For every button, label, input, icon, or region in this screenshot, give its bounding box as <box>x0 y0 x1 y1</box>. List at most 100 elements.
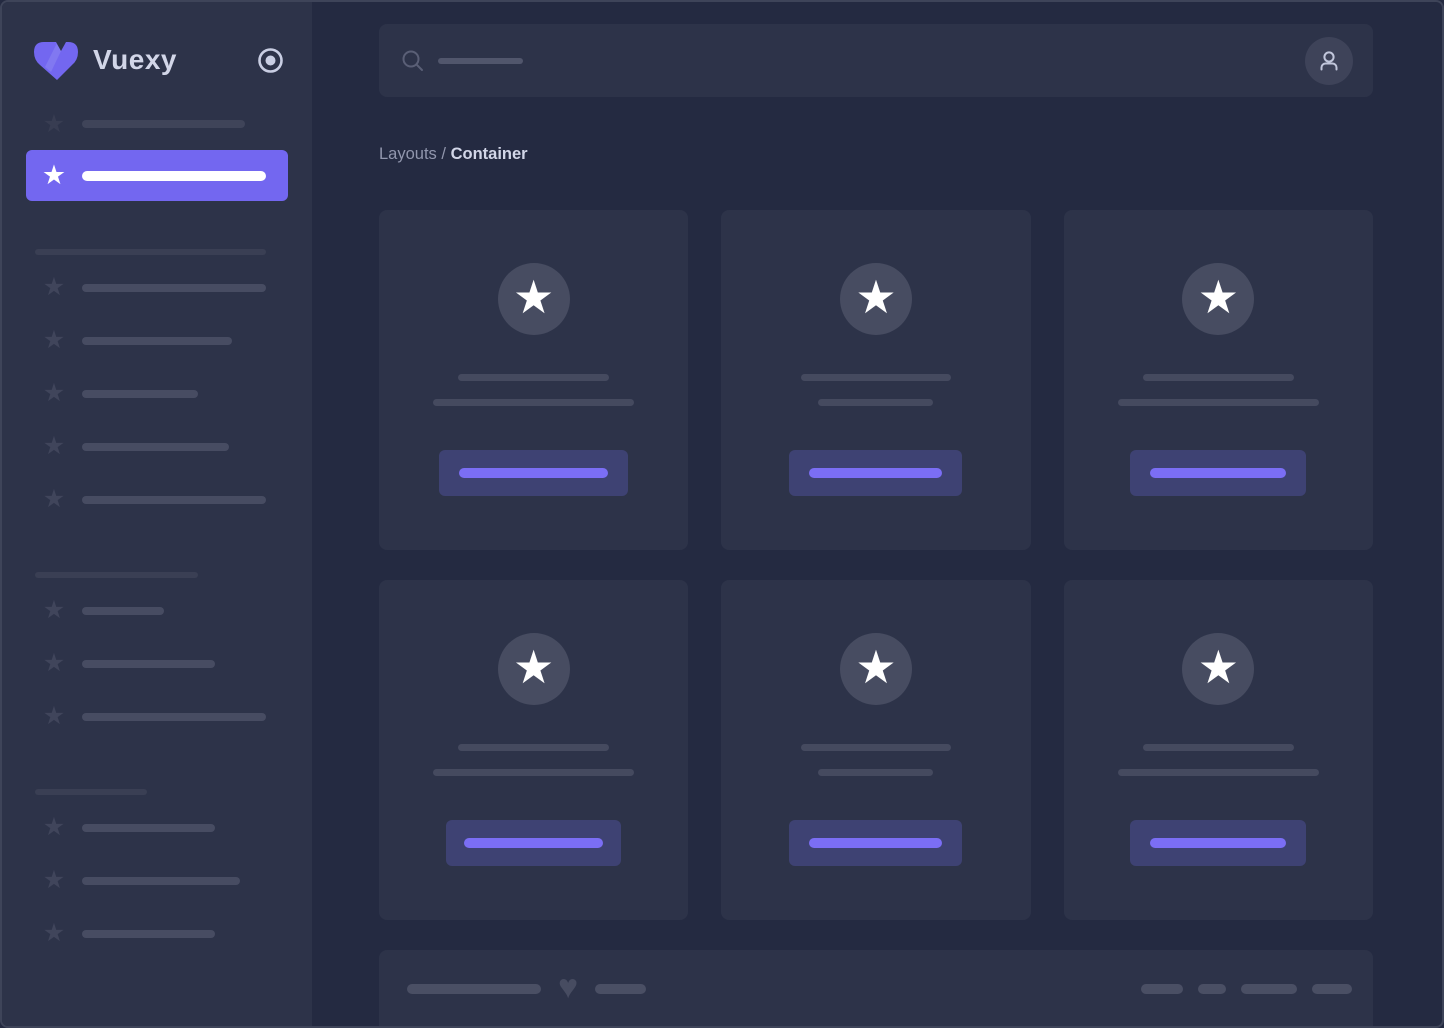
card-title-placeholder <box>458 374 610 381</box>
button-label-placeholder <box>464 838 604 848</box>
card-action-button[interactable] <box>446 820 622 866</box>
bottom-card: ♥ <box>379 950 1373 1026</box>
card: ★ <box>721 210 1031 550</box>
sidebar-item[interactable]: ★ <box>2 314 312 367</box>
card-badge-circle: ★ <box>497 263 570 335</box>
heart-icon[interactable]: ♥ <box>558 970 578 1004</box>
star-icon: ★ <box>42 649 66 677</box>
menu-section: ★ ★ ★ <box>2 789 312 960</box>
menu-label-placeholder <box>82 659 215 668</box>
button-label-placeholder <box>1150 838 1287 848</box>
search-icon <box>401 49 424 72</box>
menu-label-placeholder <box>82 712 266 721</box>
menu-section-items: ★ ★ ★ ★ ★ <box>2 261 312 526</box>
button-label-placeholder <box>809 838 943 848</box>
breadcrumb-section[interactable]: Layouts <box>379 145 437 163</box>
sidebar-item[interactable]: ★ <box>2 584 312 637</box>
sidebar-item[interactable]: ★ <box>2 907 312 960</box>
menu-label-placeholder <box>82 876 240 885</box>
sidebar-item[interactable]: ★ <box>2 637 312 690</box>
menu-section-items: ★ ★ ★ <box>2 801 312 960</box>
menu-label-placeholder <box>82 170 266 181</box>
star-icon: ★ <box>42 866 66 894</box>
card-action-button[interactable] <box>439 450 629 496</box>
menu-section-header-placeholder <box>35 249 266 255</box>
breadcrumb: Layouts / Container <box>379 144 1373 164</box>
star-icon: ★ <box>42 326 66 354</box>
star-icon: ★ <box>1197 271 1239 323</box>
star-icon: ★ <box>42 702 66 730</box>
bottom-meta-placeholder <box>1241 984 1297 994</box>
menu-pin-toggle-icon[interactable] <box>257 47 284 74</box>
sidebar-item[interactable]: ★ <box>2 801 312 854</box>
menu-section-items: ★ ★ ★ <box>2 584 312 743</box>
bottom-meta-placeholder <box>1141 984 1183 994</box>
card-title-placeholder <box>800 374 951 381</box>
menu-label-placeholder <box>82 336 232 345</box>
card-subtitle-placeholder <box>818 769 934 776</box>
star-icon: ★ <box>42 273 66 301</box>
card: ★ <box>721 580 1031 920</box>
menu-label-placeholder <box>82 929 215 938</box>
menu-label-placeholder <box>82 120 245 128</box>
main-content: Layouts / Container ★ ★ ★ ★ ★ ★ ♥ <box>312 2 1442 1026</box>
card-title-placeholder <box>1142 744 1294 751</box>
card-badge-circle: ★ <box>839 263 912 335</box>
sidebar-item[interactable]: ★ <box>2 420 312 473</box>
star-icon: ★ <box>42 379 66 407</box>
sidebar-item[interactable]: ★ <box>2 367 312 420</box>
star-icon: ★ <box>42 813 66 841</box>
button-label-placeholder <box>459 468 609 478</box>
search-placeholder-bar <box>438 57 523 64</box>
card-badge-circle: ★ <box>497 633 570 705</box>
sidebar-item[interactable]: ★ <box>2 261 312 314</box>
card-subtitle-placeholder <box>818 399 934 406</box>
card-subtitle-placeholder <box>433 769 635 776</box>
star-icon: ★ <box>42 485 66 513</box>
card-action-button[interactable] <box>789 820 963 866</box>
button-label-placeholder <box>809 468 943 478</box>
vuexy-logo-icon <box>30 39 82 81</box>
card-subtitle-placeholder <box>1117 399 1319 406</box>
bottom-card-right <box>1141 984 1352 994</box>
card: ★ <box>1063 580 1373 920</box>
sidebar-item[interactable]: ★ <box>2 473 312 526</box>
menu-label-placeholder <box>82 606 164 615</box>
menu-label-placeholder <box>82 495 266 504</box>
search-bar[interactable] <box>379 24 1373 97</box>
bottom-meta-placeholder <box>1198 984 1226 994</box>
card-title-placeholder <box>1142 374 1294 381</box>
star-icon: ★ <box>42 919 66 947</box>
breadcrumb-current: Container <box>450 145 528 163</box>
sidebar-menu: ★ ★ ★ ★ ★ ★ ★ ★ ★ ★ ★ ★ ★ <box>2 110 312 960</box>
star-icon: ★ <box>1197 641 1239 693</box>
star-icon: ★ <box>855 271 897 323</box>
breadcrumb-separator: / <box>441 145 446 163</box>
card-title-placeholder <box>458 744 610 751</box>
card-badge-circle: ★ <box>1182 633 1255 705</box>
card-action-button[interactable] <box>789 450 963 496</box>
sidebar-item-active[interactable]: ★ <box>26 150 288 201</box>
card-action-button[interactable] <box>1130 450 1307 496</box>
bottom-text-placeholder <box>407 984 541 994</box>
card-subtitle-placeholder <box>433 399 635 406</box>
bottom-text-placeholder <box>595 984 647 994</box>
star-icon: ★ <box>42 432 66 460</box>
sidebar-item[interactable]: ★ <box>2 854 312 907</box>
button-label-placeholder <box>1150 468 1287 478</box>
bottom-card-left: ♥ <box>407 970 647 1006</box>
sidebar-item[interactable]: ★ <box>2 110 312 138</box>
star-icon: ★ <box>42 109 66 138</box>
bottom-meta-placeholder <box>1312 984 1352 994</box>
star-icon: ★ <box>42 596 66 624</box>
card-action-button[interactable] <box>1130 820 1307 866</box>
card-badge-circle: ★ <box>1182 263 1255 335</box>
person-icon <box>1316 48 1342 74</box>
user-avatar-button[interactable] <box>1305 36 1353 85</box>
star-icon: ★ <box>855 641 897 693</box>
menu-section-header-placeholder <box>35 572 198 578</box>
card-badge-circle: ★ <box>839 633 912 705</box>
sidebar-item[interactable]: ★ <box>2 690 312 743</box>
star-icon: ★ <box>513 641 555 693</box>
star-icon: ★ <box>513 271 555 323</box>
